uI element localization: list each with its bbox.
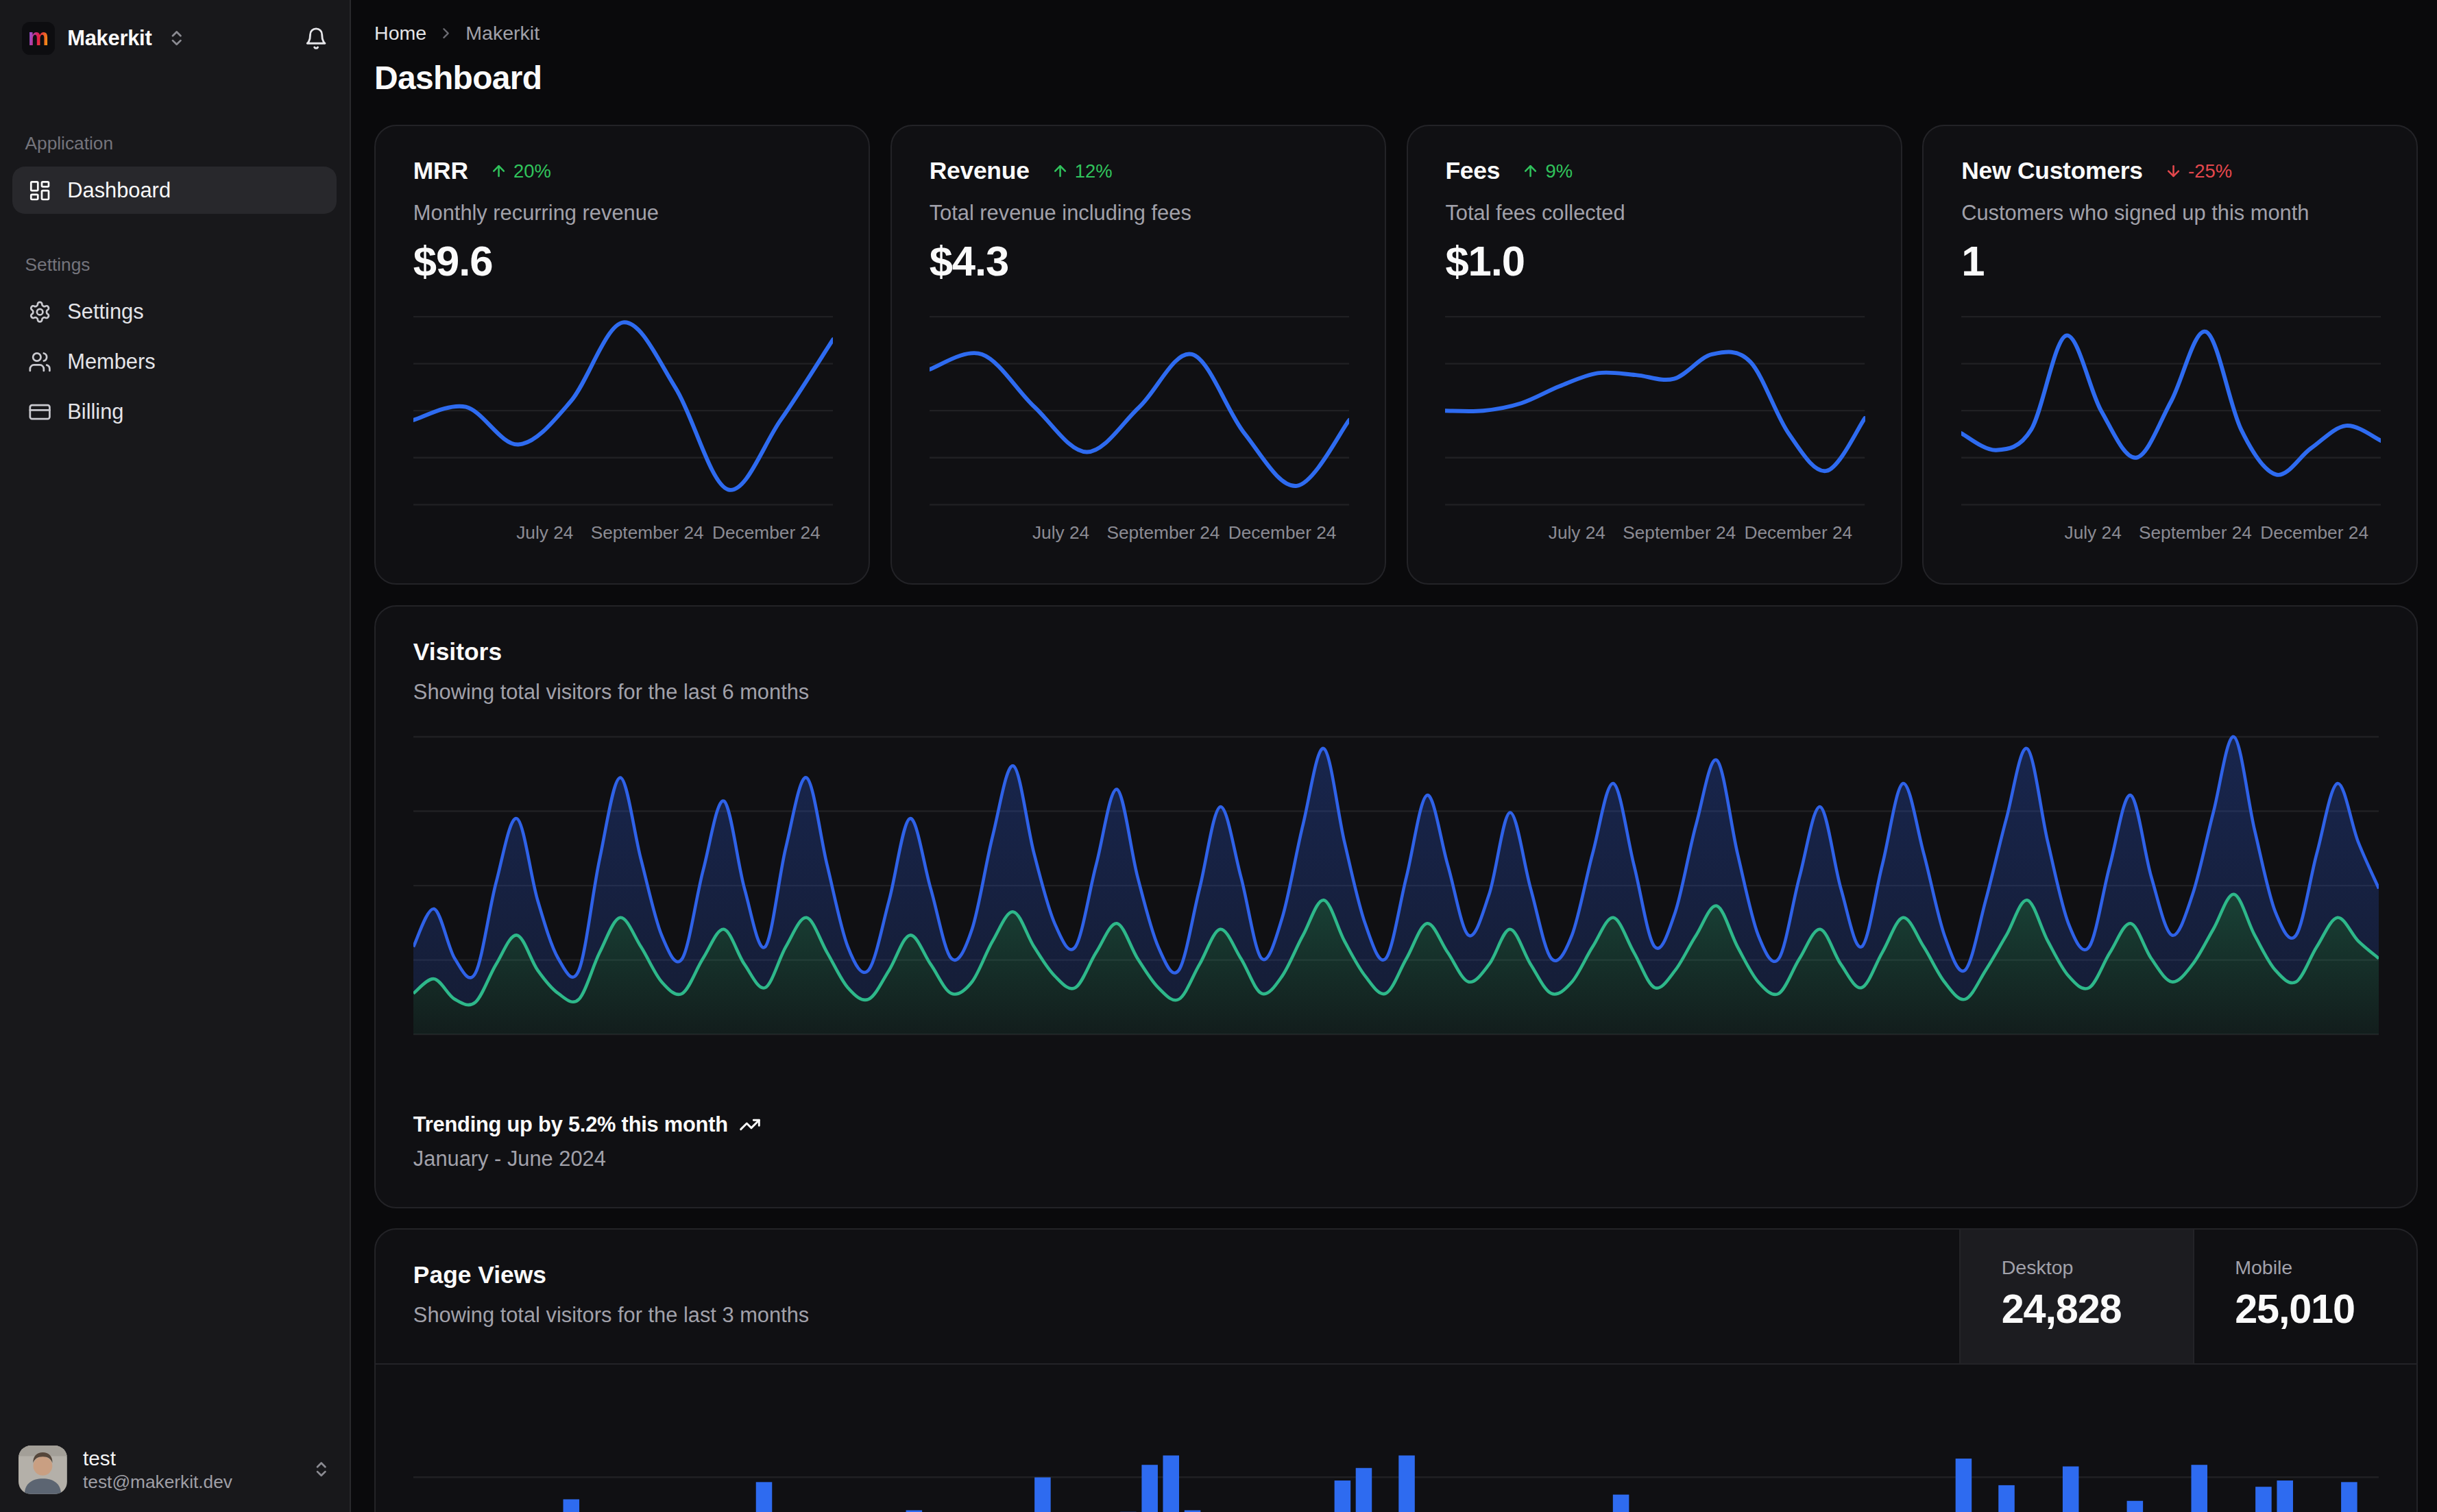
stat-card-new-customers: New Customers -25% Customers who signed up… bbox=[1922, 125, 2418, 585]
visitors-period: January - June 2024 bbox=[413, 1147, 761, 1171]
arrow-up-icon bbox=[1052, 162, 1069, 180]
page-views-subtitle: Showing total visitors for the last 3 mo… bbox=[413, 1303, 1922, 1328]
tab-value: 24,828 bbox=[2002, 1285, 2193, 1332]
sidebar-item-label: Billing bbox=[67, 400, 123, 424]
visitors-card: Visitors Showing total visitors for the … bbox=[374, 605, 2418, 1208]
stat-card-value: 1 bbox=[1961, 236, 2379, 285]
arrow-down-icon bbox=[2165, 162, 2182, 180]
stat-card-value: $1.0 bbox=[1445, 236, 1863, 285]
visitors-trend-text: Trending up by 5.2% this month bbox=[413, 1112, 728, 1137]
x-axis-label: July 24 bbox=[2065, 522, 2122, 544]
chevron-right-icon bbox=[437, 25, 454, 42]
stat-card-value: $4.3 bbox=[930, 236, 1347, 285]
tab-label: Mobile bbox=[2235, 1256, 2416, 1279]
stat-card-title: Revenue bbox=[930, 157, 1030, 185]
stat-card-sparkline[interactable]: July 24 September 24 December 24 bbox=[1961, 300, 2379, 558]
stat-card-sparkline[interactable]: July 24 September 24 December 24 bbox=[930, 300, 1347, 558]
chevrons-up-down-icon bbox=[312, 1460, 330, 1478]
stat-card-subtitle: Customers who signed up this month bbox=[1961, 201, 2379, 225]
stat-card-trend: 12% bbox=[1075, 160, 1113, 182]
sidebar-item-label: Dashboard bbox=[67, 178, 171, 203]
main-content: Home Makerkit Dashboard MRR 20% Monthly re… bbox=[351, 0, 2437, 1512]
sidebar: m Makerkit ApplicationDashboardSettingsS… bbox=[0, 0, 351, 1512]
sidebar-items: Dashboard bbox=[0, 167, 350, 214]
tab-value: 25,010 bbox=[2235, 1285, 2416, 1332]
stat-card-mrr: MRR 20% Monthly recurring revenue $9.6 July … bbox=[374, 125, 870, 585]
visitors-footer: Trending up by 5.2% this month January -… bbox=[413, 1112, 761, 1171]
breadcrumb-home[interactable]: Home bbox=[374, 22, 426, 45]
visitors-title: Visitors bbox=[413, 638, 2379, 666]
sidebar-item-settings[interactable]: Settings bbox=[12, 289, 337, 336]
stat-card-trend: -25% bbox=[2188, 160, 2232, 182]
sidebar-section-label: Application bbox=[0, 133, 350, 154]
sidebar-item-members[interactable]: Members bbox=[12, 339, 337, 386]
app-root: m Makerkit ApplicationDashboardSettingsS… bbox=[0, 0, 2437, 1512]
stat-card-trend: 20% bbox=[513, 160, 551, 182]
x-axis-label: July 24 bbox=[1032, 522, 1089, 544]
page-views-tabs: Desktop 24,828 Mobile 25,010 bbox=[1959, 1230, 2416, 1363]
stat-card-title: MRR bbox=[413, 157, 468, 185]
stat-card-trend: 9% bbox=[1545, 160, 1573, 182]
x-axis-label: December 24 bbox=[2260, 522, 2368, 544]
arrow-up-icon bbox=[490, 162, 507, 180]
stat-card-title: New Customers bbox=[1961, 157, 2143, 185]
page-title: Dashboard bbox=[374, 59, 2418, 97]
trending-up-icon bbox=[739, 1114, 761, 1136]
x-axis-label: December 24 bbox=[1228, 522, 1337, 544]
user-info: test test@makerkit.dev bbox=[83, 1446, 232, 1493]
stat-card-value: $9.6 bbox=[413, 236, 831, 285]
sidebar-item-label: Settings bbox=[67, 300, 143, 324]
sidebar-item-label: Members bbox=[67, 350, 155, 374]
page-views-tab-desktop[interactable]: Desktop 24,828 bbox=[1959, 1230, 2192, 1363]
breadcrumb: Home Makerkit bbox=[374, 22, 2418, 45]
visitors-subtitle: Showing total visitors for the last 6 mo… bbox=[413, 680, 2379, 705]
stat-card-title: Fees bbox=[1445, 157, 1500, 185]
stat-card-subtitle: Total revenue including fees bbox=[930, 201, 1347, 225]
x-axis-label: July 24 bbox=[516, 522, 573, 544]
x-axis-label: September 24 bbox=[1623, 522, 1736, 544]
users-icon bbox=[28, 350, 51, 374]
dashboard-icon bbox=[28, 179, 51, 202]
sidebar-section-label: Settings bbox=[0, 254, 350, 276]
stat-cards-row: MRR 20% Monthly recurring revenue $9.6 July … bbox=[374, 125, 2418, 585]
stat-card-subtitle: Total fees collected bbox=[1445, 201, 1863, 225]
notifications-bell-icon[interactable] bbox=[304, 27, 328, 50]
avatar bbox=[19, 1446, 67, 1494]
tab-label: Desktop bbox=[2002, 1256, 2193, 1279]
page-views-tab-mobile[interactable]: Mobile 25,010 bbox=[2193, 1230, 2417, 1363]
page-views-header: Page Views Showing total visitors for th… bbox=[376, 1230, 2416, 1364]
sidebar-sections: Application Dashboard Settings Settings Memb… bbox=[0, 71, 350, 436]
user-email: test@makerkit.dev bbox=[83, 1471, 232, 1493]
sidebar-items: Settings Members Billing bbox=[0, 289, 350, 436]
gear-icon bbox=[28, 300, 51, 324]
page-views-title: Page Views bbox=[413, 1261, 1922, 1289]
page-views-bar-chart[interactable] bbox=[376, 1365, 2416, 1512]
user-menu[interactable]: test test@makerkit.dev bbox=[0, 1430, 350, 1512]
user-name: test bbox=[83, 1446, 232, 1471]
breadcrumb-current: Makerkit bbox=[465, 22, 539, 45]
makerkit-logo-icon: m bbox=[22, 22, 55, 55]
x-axis-label: September 24 bbox=[2139, 522, 2252, 544]
credit-card-icon bbox=[28, 400, 51, 424]
stat-card-revenue: Revenue 12% Total revenue including fees $4… bbox=[890, 125, 1386, 585]
page-views-header-left: Page Views Showing total visitors for th… bbox=[376, 1230, 1959, 1363]
x-axis-label: September 24 bbox=[1106, 522, 1220, 544]
sidebar-item-billing[interactable]: Billing bbox=[12, 389, 337, 436]
workspace-name: Makerkit bbox=[67, 26, 151, 51]
workspace-header[interactable]: m Makerkit bbox=[0, 0, 350, 71]
x-axis-label: December 24 bbox=[712, 522, 821, 544]
x-axis-label: December 24 bbox=[1745, 522, 1853, 544]
visitors-area-chart[interactable] bbox=[413, 726, 2379, 1039]
x-axis-label: September 24 bbox=[591, 522, 704, 544]
sidebar-item-dashboard[interactable]: Dashboard bbox=[12, 167, 337, 214]
x-axis-label: July 24 bbox=[1549, 522, 1605, 544]
arrow-up-icon bbox=[1522, 162, 1539, 180]
chevrons-up-down-icon bbox=[167, 29, 186, 47]
stat-card-fees: Fees 9% Total fees collected $1.0 July 24 Sep… bbox=[1407, 125, 1902, 585]
stat-card-subtitle: Monthly recurring revenue bbox=[413, 201, 831, 225]
stat-card-sparkline[interactable]: July 24 September 24 December 24 bbox=[1445, 300, 1863, 558]
page-views-card: Page Views Showing total visitors for th… bbox=[374, 1228, 2418, 1512]
stat-card-sparkline[interactable]: July 24 September 24 December 24 bbox=[413, 300, 831, 558]
